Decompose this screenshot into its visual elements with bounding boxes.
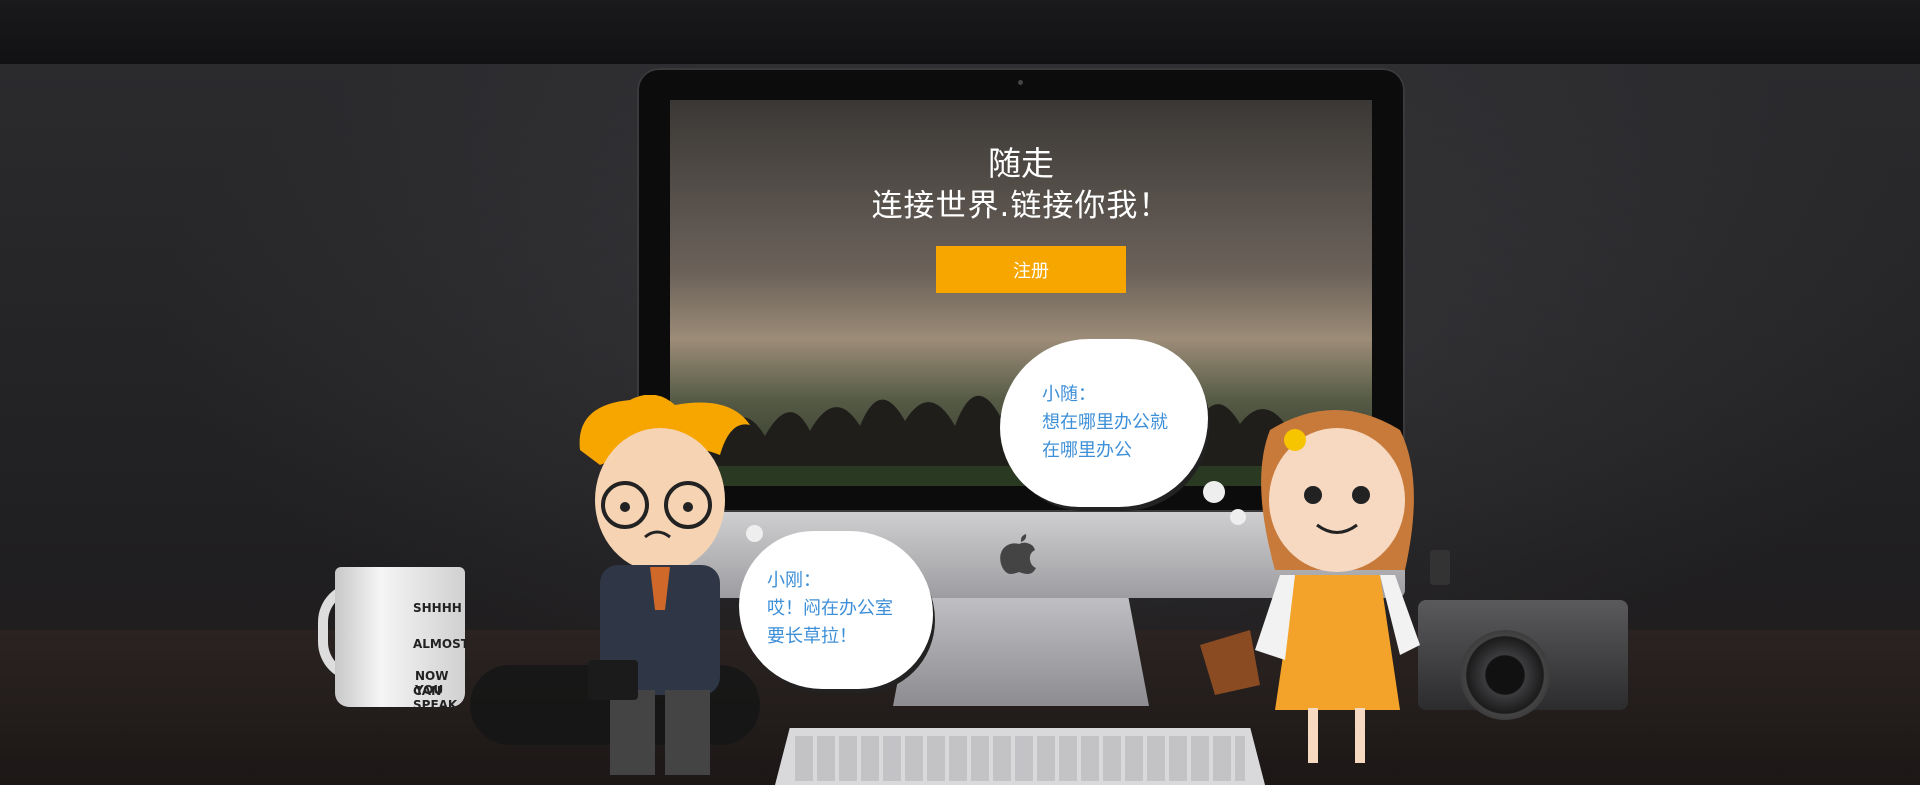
bubble-line: 哎！闷在办公室 xyxy=(767,598,893,619)
bubble-speaker-name: 小随： xyxy=(1042,384,1096,405)
mug-text-2: ALMOST xyxy=(413,637,469,651)
hero-subtitle: 连接世界.链接你我！ xyxy=(871,188,1171,224)
top-bar xyxy=(0,0,1920,64)
apple-logo-icon xyxy=(1000,534,1036,574)
bubble-line: 要长草拉！ xyxy=(767,626,857,647)
mug-text-1: SHHHH xyxy=(413,601,462,615)
hero-title: 随走 xyxy=(988,144,1054,183)
speech-bubble-xiaosui: 小随： 想在哪里办公就 在哪里办公 xyxy=(1004,343,1204,503)
webcam xyxy=(1018,80,1023,85)
bubble-line: 想在哪里办公就 xyxy=(1042,412,1168,433)
coffee-mug: SHHHH ALMOST NOW YOU CAN SPEAK xyxy=(335,567,469,712)
girl-character xyxy=(1200,410,1450,763)
boy-character xyxy=(579,395,750,775)
mug-text-4: CAN SPEAK xyxy=(413,684,458,712)
register-button[interactable]: 注册 xyxy=(936,246,1126,293)
keyboard-keys xyxy=(795,736,1245,781)
bubble-speaker-name: 小刚： xyxy=(767,570,821,591)
monitor-stand xyxy=(893,598,1149,706)
speech-bubble-xiaogang: 小刚： 哎！闷在办公室 要长草拉！ xyxy=(743,535,929,685)
bubble-line: 在哪里办公 xyxy=(1042,440,1132,461)
keyboard xyxy=(775,728,1265,785)
